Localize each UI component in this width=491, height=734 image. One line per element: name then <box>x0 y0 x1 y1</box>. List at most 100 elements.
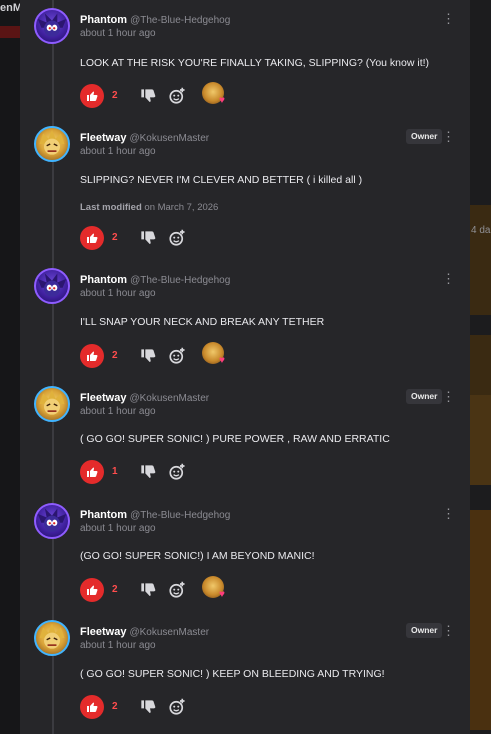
author-handle[interactable]: @The-Blue-Hedgehog <box>130 15 230 26</box>
background-page-left: enM <box>0 0 22 734</box>
comment-text: ( GO GO! SUPER SONIC! ) KEEP ON BLEEDING… <box>80 668 385 680</box>
background-banner <box>0 26 20 38</box>
comment-item: Fleetway @KokusenMaster about 1 hour ago … <box>20 382 470 496</box>
like-button[interactable] <box>80 226 104 250</box>
comment-item: Phantom @The-Blue-Hedgehog about 1 hour a… <box>20 4 470 118</box>
comment-text: I'LL SNAP YOUR NECK AND BREAK ANY TETHER <box>80 316 325 328</box>
fleetway-avatar-icon <box>39 389 65 415</box>
avatar[interactable] <box>34 268 70 304</box>
owner-badge: Owner <box>406 389 443 404</box>
comment-header: Fleetway @KokusenMaster <box>80 388 209 406</box>
comment-item: Fleetway @KokusenMaster about 1 hour ago … <box>20 616 470 734</box>
add-reaction-icon[interactable] <box>168 87 186 105</box>
add-reaction-icon[interactable] <box>168 347 186 365</box>
comment-item: Phantom @The-Blue-Hedgehog about 1 hour a… <box>20 264 470 378</box>
author-handle[interactable]: @KokusenMaster <box>129 627 209 638</box>
thumbs-down-icon[interactable] <box>140 582 156 598</box>
last-modified-date: on March 7, 2026 <box>144 202 219 213</box>
timestamp: about 1 hour ago <box>80 523 156 534</box>
kebab-menu-icon[interactable]: ⋮ <box>442 388 455 406</box>
author-name[interactable]: Fleetway <box>80 626 126 638</box>
timestamp: about 1 hour ago <box>80 146 156 157</box>
thumbs-down-icon[interactable] <box>140 88 156 104</box>
background-thumbnail <box>470 335 491 395</box>
timestamp: about 1 hour ago <box>80 406 156 417</box>
author-handle[interactable]: @The-Blue-Hedgehog <box>130 275 230 286</box>
heart-icon: ♥ <box>219 95 225 106</box>
add-reaction-icon[interactable] <box>168 229 186 247</box>
author-name[interactable]: Phantom <box>80 274 127 286</box>
comment-header: Phantom @The-Blue-Hedgehog <box>80 505 230 523</box>
timestamp: about 1 hour ago <box>80 640 156 651</box>
comment-text: ( GO GO! SUPER SONIC! ) PURE POWER , RAW… <box>80 433 390 445</box>
kebab-menu-icon[interactable]: ⋮ <box>442 622 455 640</box>
fleetway-avatar-icon <box>39 623 65 649</box>
thumbs-up-icon <box>87 351 98 361</box>
comment-text: LOOK AT THE RISK YOU'RE FINALLY TAKING, … <box>80 57 430 69</box>
background-thumbnail <box>470 395 491 485</box>
avatar[interactable] <box>34 503 70 539</box>
like-button[interactable] <box>80 84 104 108</box>
background-thumbnail <box>470 510 491 730</box>
like-button[interactable] <box>80 578 104 602</box>
kebab-menu-icon[interactable]: ⋮ <box>442 505 455 523</box>
author-name[interactable]: Fleetway <box>80 392 126 404</box>
thumbs-down-icon[interactable] <box>140 699 156 715</box>
avatar[interactable] <box>34 8 70 44</box>
comment-header: Fleetway @KokusenMaster <box>80 128 209 146</box>
comment-thread-panel: Phantom @The-Blue-Hedgehog about 1 hour a… <box>20 0 470 734</box>
background-thumbnail <box>470 205 491 315</box>
author-name[interactable]: Phantom <box>80 14 127 26</box>
reaction-avatar[interactable]: ♥ <box>202 576 225 600</box>
like-button[interactable] <box>80 695 104 719</box>
like-button[interactable] <box>80 460 104 484</box>
owner-badge: Owner <box>406 623 443 638</box>
add-reaction-icon[interactable] <box>168 463 186 481</box>
owner-badge: Owner <box>406 129 443 144</box>
comment-text: SLIPPING? NEVER I'M CLEVER AND BETTER ( … <box>80 174 363 186</box>
like-count: 2 <box>112 584 118 595</box>
comment-header: Fleetway @KokusenMaster <box>80 622 209 640</box>
add-reaction-icon[interactable] <box>168 698 186 716</box>
last-modified: Last modified on March 7, 2026 <box>80 202 218 213</box>
author-handle[interactable]: @KokusenMaster <box>129 393 209 404</box>
fleetway-avatar-icon <box>39 129 65 155</box>
background-logo: enM <box>0 2 22 14</box>
heart-icon: ♥ <box>219 355 225 366</box>
thumbs-down-icon[interactable] <box>140 464 156 480</box>
kebab-menu-icon[interactable]: ⋮ <box>442 270 455 288</box>
author-handle[interactable]: @The-Blue-Hedgehog <box>130 510 230 521</box>
reaction-avatar[interactable]: ♥ <box>202 342 225 366</box>
heart-icon: ♥ <box>219 589 225 600</box>
thumbs-up-icon <box>87 91 98 101</box>
reaction-avatar[interactable]: ♥ <box>202 82 225 106</box>
author-handle[interactable]: @KokusenMaster <box>129 133 209 144</box>
kebab-menu-icon[interactable]: ⋮ <box>442 128 455 146</box>
phantom-avatar-icon <box>37 273 67 297</box>
background-text: 4 da <box>471 225 491 236</box>
thumbs-down-icon[interactable] <box>140 230 156 246</box>
phantom-avatar-icon <box>37 508 67 532</box>
timestamp: about 1 hour ago <box>80 28 156 39</box>
like-count: 2 <box>112 90 118 101</box>
like-count: 2 <box>112 232 118 243</box>
add-reaction-icon[interactable] <box>168 581 186 599</box>
thumbs-up-icon <box>87 233 98 243</box>
kebab-menu-icon[interactable]: ⋮ <box>442 10 455 28</box>
like-button[interactable] <box>80 344 104 368</box>
comment-item: Phantom @The-Blue-Hedgehog about 1 hour a… <box>20 499 470 613</box>
author-name[interactable]: Phantom <box>80 509 127 521</box>
last-modified-label: Last modified <box>80 202 142 213</box>
background-page-right: 4 da <box>470 0 491 734</box>
avatar[interactable] <box>34 386 70 422</box>
thumbs-up-icon <box>87 467 98 477</box>
phantom-avatar-icon <box>37 13 67 37</box>
avatar[interactable] <box>34 620 70 656</box>
author-name[interactable]: Fleetway <box>80 132 126 144</box>
like-count: 2 <box>112 350 118 361</box>
avatar[interactable] <box>34 126 70 162</box>
thumbs-down-icon[interactable] <box>140 348 156 364</box>
thumbs-up-icon <box>87 702 98 712</box>
timestamp: about 1 hour ago <box>80 288 156 299</box>
thumbs-up-icon <box>87 585 98 595</box>
